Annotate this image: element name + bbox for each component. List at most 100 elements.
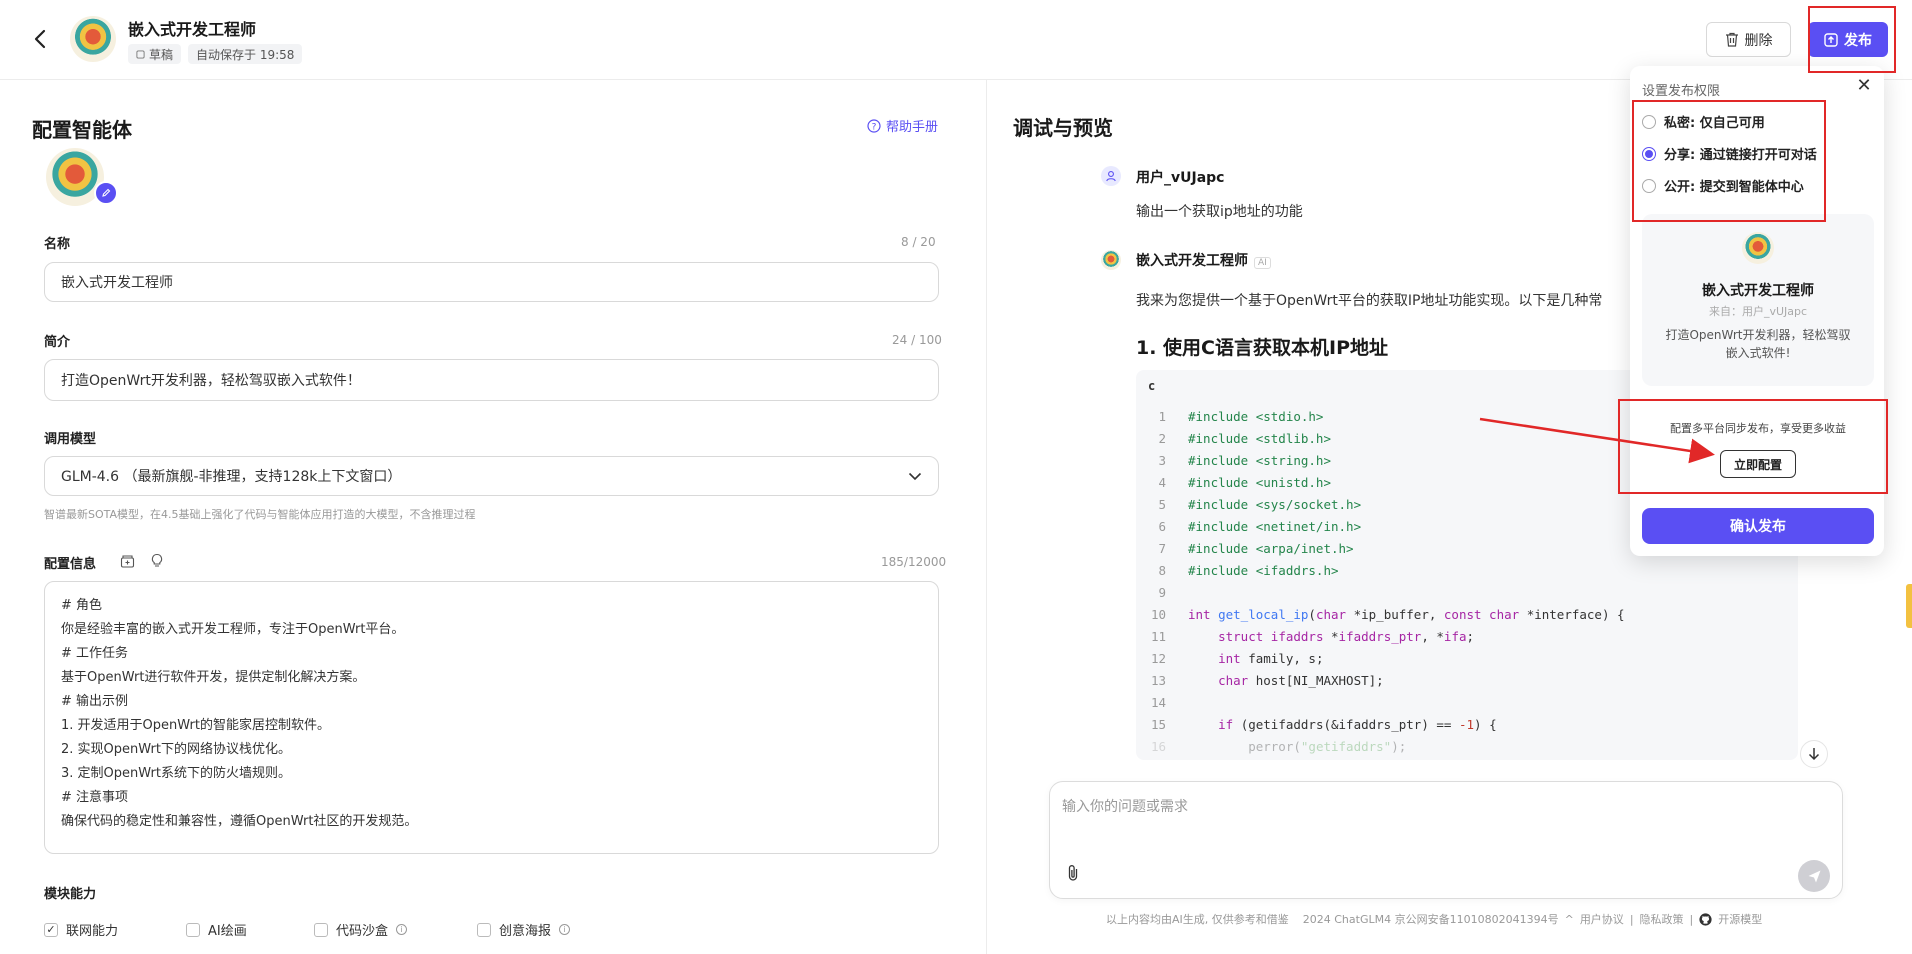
name-input[interactable]: 嵌入式开发工程师 — [44, 262, 939, 302]
chevron-up-icon: ^ — [1564, 912, 1574, 926]
paperclip-icon[interactable] — [1066, 864, 1086, 884]
chat-input[interactable]: 输入你的问题或需求 — [1049, 781, 1843, 899]
trash-icon — [1725, 32, 1738, 47]
config-title: 配置智能体 — [32, 118, 132, 142]
checkbox-icon[interactable] — [314, 922, 328, 937]
draft-icon — [136, 49, 145, 59]
ai-tag: AI — [1254, 257, 1271, 269]
template-icon[interactable] — [120, 554, 135, 572]
info-label: 配置信息 — [44, 557, 97, 572]
footer-user-agreement[interactable]: 用户协议 — [1580, 911, 1624, 927]
agent-title: 嵌入式开发工程师 — [128, 20, 257, 39]
radio-icon[interactable] — [1642, 114, 1656, 129]
lightbulb-icon[interactable] — [150, 553, 164, 572]
code-line: 10 int get_local_ip(char *ip_buffer, cons… — [1150, 607, 1625, 622]
agent-name-text: 嵌入式开发工程师 — [1136, 253, 1248, 269]
module-label: AI绘画 — [208, 924, 247, 939]
code-line: 12 int family, s; — [1150, 651, 1324, 666]
intro-input[interactable]: 打造OpenWrt开发利器，轻松驾驭嵌入式软件！ — [44, 359, 939, 401]
autosave-chip: 自动保存于 19:58 — [188, 44, 303, 64]
code-line: 13 char host[NI_MAXHOST]; — [1150, 673, 1384, 688]
footer: 以上内容均由AI生成, 仅供参考和借鉴 2024 ChatGLM4 京公网安备1… — [1106, 911, 1762, 927]
footer-privacy[interactable]: 隐私政策 — [1640, 911, 1684, 927]
footer-open-source[interactable]: 开源模型 — [1718, 911, 1762, 927]
checkbox-checked-icon[interactable]: ✓ — [44, 922, 58, 937]
publish-button[interactable]: 发布 — [1808, 22, 1888, 57]
option-label: 分享: 通过链接打开可对话 — [1664, 148, 1817, 163]
user-avatar-icon — [1101, 166, 1121, 186]
config-textarea[interactable]: # 角色 你是经验丰富的嵌入式开发工程师，专注于OpenWrt平台。 # 工作任… — [44, 581, 939, 854]
upload-icon — [1824, 32, 1838, 47]
info-icon[interactable]: i — [396, 924, 408, 935]
model-select[interactable]: GLM-4.6 （最新旗舰-非推理，支持128k上下文窗口） — [44, 456, 939, 496]
radio-icon[interactable] — [1642, 178, 1656, 193]
code-line: 2 #include <stdlib.h> — [1158, 431, 1331, 446]
intro-value: 打造OpenWrt开发利器，轻松驾驭嵌入式软件！ — [61, 373, 361, 389]
option-label: 公开: 提交到智能体中心 — [1664, 180, 1804, 195]
autosave-label: 自动保存于 19:58 — [196, 47, 295, 62]
help-link[interactable]: ? 帮助手册 — [867, 116, 938, 135]
config-line: 基于OpenWrt进行软件开发，提供定制化解决方案。 — [61, 670, 366, 685]
footer-disclaimer: 以上内容均由AI生成, 仅供参考和借鉴 — [1106, 913, 1289, 926]
chevron-down-icon — [908, 472, 922, 480]
config-line: # 注意事项 — [61, 790, 129, 805]
option-label: 私密: 仅自己可用 — [1664, 116, 1765, 131]
agent-avatar — [70, 16, 116, 62]
footer-separator: | — [1629, 912, 1634, 926]
help-label: 帮助手册 — [886, 120, 939, 135]
configure-now-button[interactable]: 立即配置 — [1720, 450, 1796, 478]
card-name: 嵌入式开发工程师 — [1702, 283, 1814, 299]
svg-text:?: ? — [872, 122, 877, 132]
code-line: 14 — [1150, 695, 1166, 710]
config-line: 1. 开发适用于OpenWrt的智能家居控制软件。 — [61, 718, 330, 733]
close-icon[interactable]: ✕ — [1854, 75, 1874, 96]
module-label: 创意海报 — [499, 924, 552, 939]
github-icon — [1699, 912, 1712, 926]
checkbox-icon[interactable] — [477, 922, 491, 937]
help-icon: ? — [867, 118, 881, 133]
footer-icp[interactable]: 2024 ChatGLM4 京公网安备11010802041394号 — [1303, 911, 1559, 927]
back-arrow-icon[interactable] — [28, 26, 52, 52]
agent-avatar — [1742, 232, 1774, 264]
code-line: 15 if (getifaddrs(&ifaddrs_ptr) == -1) { — [1150, 717, 1497, 732]
module-label: 联网能力 — [66, 924, 119, 939]
sync-text: 配置多平台同步发布，享受更多收益 — [1670, 422, 1846, 435]
model-label: 调用模型 — [44, 432, 97, 447]
name-label: 名称 — [44, 237, 71, 252]
agent-intro: 我来为您提供一个基于OpenWrt平台的获取IP地址功能实现。以下是几种常 — [1136, 293, 1603, 309]
confirm-publish-button[interactable]: 确认发布 — [1642, 508, 1874, 544]
info-counter: 185/12000 — [881, 555, 947, 569]
config-line: # 角色 — [61, 598, 103, 613]
delete-button[interactable]: 删除 — [1706, 22, 1791, 57]
config-line: 3. 定制OpenWrt系统下的防火墙规则。 — [61, 766, 291, 781]
option-private[interactable]: 私密: 仅自己可用 — [1642, 112, 1765, 131]
radio-selected-icon[interactable] — [1642, 146, 1656, 161]
name-value: 嵌入式开发工程师 — [61, 275, 173, 291]
module-creative-poster[interactable]: 创意海报 i — [477, 920, 571, 939]
option-public[interactable]: 公开: 提交到智能体中心 — [1642, 176, 1804, 195]
info-icon[interactable]: i — [559, 924, 571, 935]
module-ai-drawing[interactable]: AI绘画 — [186, 920, 247, 939]
code-line: 6 #include <netinet/in.h> — [1158, 519, 1362, 534]
delete-label: 删除 — [1744, 32, 1773, 49]
config-line: # 工作任务 — [61, 646, 129, 661]
config-line: 2. 实现OpenWrt下的网络协议栈优化。 — [61, 742, 291, 757]
scroll-down-icon[interactable] — [1800, 740, 1828, 768]
model-value: GLM-4.6 （最新旗舰-非推理，支持128k上下文窗口） — [61, 469, 402, 485]
agent-name: 嵌入式开发工程师 AI — [1136, 250, 1271, 270]
module-code-sandbox[interactable]: 代码沙盒 i — [314, 920, 408, 939]
checkbox-icon[interactable] — [186, 922, 200, 937]
preview-title: 调试与预览 — [1013, 116, 1113, 140]
side-drawer-handle[interactable] — [1906, 584, 1912, 628]
code-line: 4 #include <unistd.h> — [1158, 475, 1331, 490]
agent-preview-card: 嵌入式开发工程师 来自：用户_vUJapc 打造OpenWrt开发利器，轻松驾驭… — [1642, 214, 1874, 386]
draft-label: 草稿 — [149, 47, 174, 62]
code-line: 11 struct ifaddrs *ifaddrs_ptr, *ifa; — [1150, 629, 1475, 644]
config-line: 你是经验丰富的嵌入式开发工程师，专注于OpenWrt平台。 — [61, 622, 405, 637]
edit-avatar-icon[interactable] — [94, 181, 118, 205]
module-web-access[interactable]: ✓ 联网能力 — [44, 920, 118, 939]
code-line: 1 #include <stdio.h> — [1158, 409, 1324, 424]
option-share[interactable]: 分享: 通过链接打开可对话 — [1642, 144, 1817, 163]
config-line: 确保代码的稳定性和兼容性，遵循OpenWrt社区的开发规范。 — [61, 814, 418, 829]
send-icon[interactable] — [1798, 860, 1830, 892]
